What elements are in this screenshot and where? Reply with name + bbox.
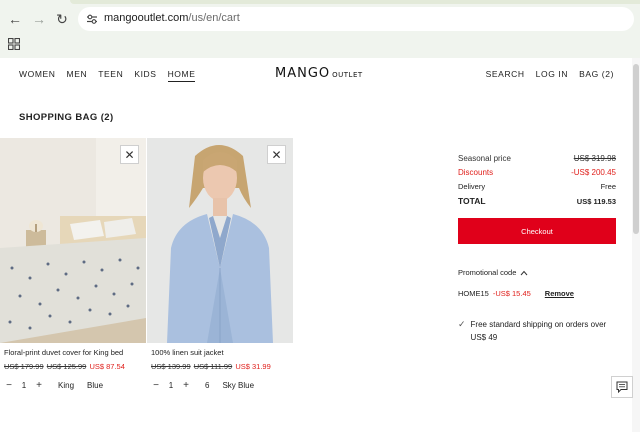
size-value[interactable]: 6	[205, 381, 209, 390]
quantity-value: 1	[168, 381, 174, 390]
delivery-row: Delivery Free	[458, 182, 616, 191]
previous-price: US$ 125.99	[46, 362, 87, 371]
seasonal-price-row: Seasonal price US$ 319.98	[458, 154, 616, 163]
forward-icon[interactable]: →	[30, 10, 48, 28]
url-text: mangooutlet.com/us/en/cart	[104, 12, 240, 24]
original-price: US$ 179.99	[4, 362, 44, 371]
bag-link[interactable]: BAG (2)	[579, 69, 614, 79]
product-name[interactable]: 100% linen suit jacket	[147, 348, 293, 357]
logo-sub: OUTLET	[332, 71, 363, 79]
chat-button[interactable]	[611, 376, 633, 398]
seasonal-price-label: Seasonal price	[458, 154, 511, 163]
increase-qty-button[interactable]: +	[181, 380, 191, 391]
model-photo	[147, 138, 293, 343]
size-value[interactable]: King	[58, 381, 74, 390]
delivery-label: Delivery	[458, 182, 486, 191]
check-icon: ✓	[458, 319, 466, 329]
search-link[interactable]: SEARCH	[486, 69, 525, 79]
discounts-value: -US$ 200.45	[571, 168, 616, 177]
promo-amount: -US$ 15.45	[492, 289, 531, 298]
color-value[interactable]: Sky Blue	[222, 381, 254, 390]
site-settings-icon[interactable]	[86, 13, 98, 25]
order-summary: Seasonal price US$ 319.98 Discounts -US$…	[458, 154, 616, 344]
nav-kids[interactable]: KIDS	[134, 69, 156, 82]
chevron-up-icon	[520, 270, 528, 275]
increase-qty-button[interactable]: +	[34, 380, 44, 391]
chat-icon	[616, 381, 628, 393]
product-name[interactable]: Floral-print duvet cover for King bed	[0, 348, 146, 357]
nav-home[interactable]: HOME	[167, 69, 196, 82]
cart-item: ✕ 100% linen suit jacket US$ 139.99 US$ …	[147, 138, 293, 391]
applied-promo: HOME15 -US$ 15.45 Remove	[458, 289, 616, 298]
checkout-button[interactable]: Checkout	[458, 218, 616, 244]
product-prices: US$ 139.99 US$ 111.99 US$ 31.99	[147, 362, 293, 371]
login-link[interactable]: LOG IN	[536, 69, 568, 79]
account-nav: SEARCH LOG IN BAG (2)	[486, 69, 614, 79]
shipping-note: ✓ Free standard shipping on orders over …	[458, 318, 616, 344]
total-row: TOTAL US$ 119.53	[458, 196, 616, 206]
apps-icon[interactable]	[8, 38, 20, 50]
promo-code-label: Promotional code	[458, 268, 517, 277]
seasonal-price-value: US$ 319.98	[573, 154, 616, 163]
product-prices: US$ 179.99 US$ 125.99 US$ 87.54	[0, 362, 146, 371]
logo-text: MANGO	[275, 66, 331, 81]
item-controls: − 1 + King Blue	[0, 380, 146, 391]
brand-logo[interactable]: MANGO OUTLET	[275, 66, 363, 81]
total-value: US$ 119.53	[576, 197, 616, 206]
quantity-value: 1	[21, 381, 27, 390]
discounts-row: Discounts -US$ 200.45	[458, 168, 616, 177]
item-controls: − 1 + 6 Sky Blue	[147, 380, 293, 391]
original-price: US$ 139.99	[151, 362, 191, 371]
product-image[interactable]: ✕	[0, 138, 146, 343]
discounts-label: Discounts	[458, 168, 494, 177]
remove-promo-link[interactable]: Remove	[545, 289, 574, 298]
main-nav: WOMEN MEN TEEN KIDS HOME	[19, 69, 196, 82]
nav-men[interactable]: MEN	[67, 69, 88, 82]
remove-item-button[interactable]: ✕	[120, 145, 139, 164]
delivery-value: Free	[600, 182, 616, 191]
product-image[interactable]: ✕	[147, 138, 293, 343]
promo-code: HOME15	[458, 289, 489, 298]
sale-price: US$ 31.99	[235, 362, 271, 371]
remove-item-button[interactable]: ✕	[267, 145, 286, 164]
site-page: WOMEN MEN TEEN KIDS HOME MANGO OUTLET SEA…	[0, 58, 633, 432]
reload-icon[interactable]: ↻	[53, 10, 71, 28]
back-icon[interactable]: ←	[6, 10, 24, 28]
total-label: TOTAL	[458, 196, 486, 206]
close-icon: ✕	[124, 147, 135, 162]
page-title: SHOPPING BAG (2)	[19, 112, 114, 123]
address-bar[interactable]: mangooutlet.com/us/en/cart	[78, 7, 634, 31]
browser-chrome: ← → ↻ mangooutlet.com/us/en/cart	[0, 0, 640, 58]
sale-price: US$ 87.54	[89, 362, 125, 371]
color-value[interactable]: Blue	[87, 381, 103, 390]
page-scrollbar[interactable]	[632, 58, 640, 432]
scrollbar-thumb[interactable]	[633, 64, 639, 234]
decrease-qty-button[interactable]: −	[4, 380, 14, 391]
cart-item: ✕ Floral-print duvet cover for King bed …	[0, 138, 146, 391]
nav-teen[interactable]: TEEN	[98, 69, 123, 82]
previous-price: US$ 111.99	[193, 362, 233, 371]
shipping-text: Free standard shipping on orders over US…	[470, 320, 607, 342]
decrease-qty-button[interactable]: −	[151, 380, 161, 391]
promo-code-toggle[interactable]: Promotional code	[458, 268, 616, 277]
tab-strip	[70, 0, 640, 4]
nav-women[interactable]: WOMEN	[19, 69, 56, 82]
close-icon: ✕	[271, 147, 282, 162]
bedroom-photo	[0, 138, 146, 343]
